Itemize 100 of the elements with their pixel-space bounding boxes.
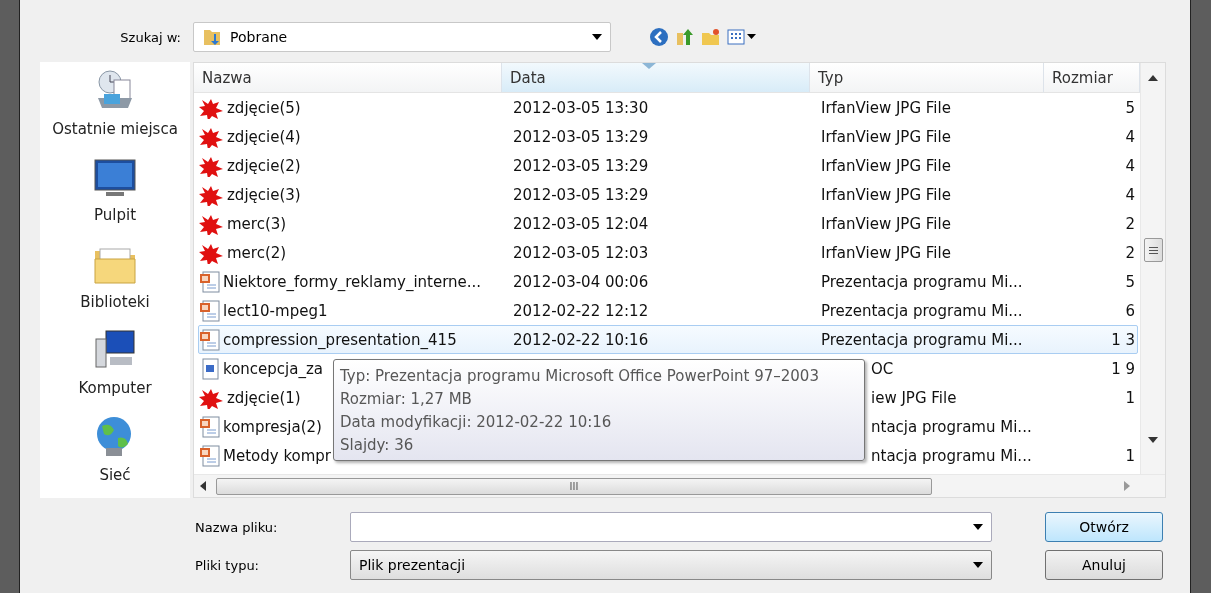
file-type: Prezentacja programu Mi...: [821, 301, 1023, 320]
place-item[interactable]: Ostatnie miejsca: [52, 68, 178, 153]
view-menu-icon[interactable]: [727, 28, 757, 46]
file-row[interactable]: Niektore_formy_reklamy_interne... 2012-03-04 00:06 Prezentacja programu Mi... 5: [198, 267, 1138, 296]
place-item[interactable]: Pulpit: [92, 154, 138, 239]
file-name: Niektore_formy_reklamy_interne...: [223, 272, 482, 291]
file-date: 2012-03-05 13:30: [513, 98, 649, 117]
file-name[interactable]: koncepcja_za: [223, 359, 323, 378]
file-type: IrfanView JPG File: [821, 127, 951, 146]
tooltip-line: Rozmiar: 1,27 MB: [340, 389, 473, 408]
file-name: zdjęcie(3): [227, 185, 301, 204]
file-name-field[interactable]: [350, 512, 992, 542]
sort-arrow-icon: [642, 63, 656, 69]
presentation-file-icon: [199, 444, 221, 467]
file-size: 6: [1125, 301, 1135, 320]
file-type: ntacja programu Mi...: [871, 446, 1032, 465]
download-folder-icon: [202, 27, 222, 47]
look-in-combo[interactable]: Pobrane: [193, 22, 611, 52]
up-folder-icon[interactable]: [675, 27, 695, 47]
file-type: IrfanView JPG File: [821, 156, 951, 175]
tooltip-line: Typ: Prezentacja programu Microsoft Office PowerPoint 97–2003: [340, 366, 820, 385]
cancel-button[interactable]: Anuluj: [1045, 550, 1163, 580]
file-name: merc(3): [227, 214, 287, 233]
file-row[interactable]: lect10-mpeg1 2012-02-22 12:12 Prezentacja programu Mi... 6: [198, 296, 1138, 325]
file-type: IrfanView JPG File: [821, 214, 951, 233]
file-size: 4: [1125, 185, 1135, 204]
file-size: 5: [1125, 272, 1135, 291]
file-row[interactable]: zdjęcie(4) 2012-03-05 13:29 IrfanView JPG File 4: [198, 122, 1138, 151]
scroll-thumb[interactable]: III: [216, 477, 932, 495]
file-name[interactable]: Metody kompr: [223, 446, 332, 465]
file-type: ntacja programu Mi...: [871, 417, 1032, 436]
file-row[interactable]: merc(3) 2012-03-05 12:04 IrfanView JPG File 2: [198, 209, 1138, 238]
file-date: 2012-03-05 13:29: [513, 156, 649, 175]
presentation-file-icon: [199, 328, 221, 351]
file-date: 2012-03-05 12:04: [513, 214, 649, 233]
file-size: 1 3: [1111, 330, 1135, 349]
presentation-file-icon: [199, 299, 221, 322]
file-type-label: Pliki typu:: [195, 557, 260, 573]
file-type: IrfanView JPG File: [821, 243, 951, 262]
file-type: IrfanView JPG File: [821, 98, 951, 117]
file-date: 2012-03-04 00:06: [513, 272, 649, 291]
file-size: 1: [1125, 388, 1135, 407]
place-item[interactable]: Sieć: [92, 413, 138, 499]
file-date: 2012-02-22 12:12: [513, 301, 649, 320]
file-date: 2012-03-05 12:03: [513, 243, 649, 262]
file-size: 2: [1125, 243, 1135, 262]
column-header[interactable]: Nazwa: [194, 63, 502, 93]
file-type: Prezentacja programu Mi...: [821, 272, 1023, 291]
presentation-file-icon: [199, 270, 221, 293]
file-date: 2012-03-05 13:29: [513, 127, 649, 146]
scroll-down-icon[interactable]: [1148, 437, 1158, 443]
file-name: compression_presentation_415: [223, 330, 457, 349]
open-button[interactable]: Otwórz: [1045, 512, 1163, 542]
file-row[interactable]: zdjęcie(5) 2012-03-05 13:30 IrfanView JPG File 5: [198, 93, 1138, 122]
caret-icon: [592, 34, 602, 40]
caret-icon: [973, 562, 983, 568]
file-row[interactable]: zdjęcie(2) 2012-03-05 13:29 IrfanView JPG File 4: [198, 151, 1138, 180]
file-size: 1 9: [1111, 359, 1135, 378]
file-name: lect10-mpeg1: [223, 301, 328, 320]
file-name: zdjęcie(5): [227, 98, 301, 117]
file-size: 4: [1125, 156, 1135, 175]
file-name[interactable]: zdjęcie(1): [227, 388, 301, 407]
file-name: merc(2): [227, 243, 287, 262]
file-name: zdjęcie(4): [227, 127, 301, 146]
file-size: 4: [1125, 127, 1135, 146]
file-type: Prezentacja programu Mi...: [821, 330, 1023, 349]
file-name: zdjęcie(2): [227, 156, 301, 175]
scroll-thumb[interactable]: [1143, 238, 1163, 262]
file-size: 2: [1125, 214, 1135, 233]
back-icon[interactable]: [649, 27, 669, 47]
column-header[interactable]: Rozmiar: [1044, 63, 1140, 93]
file-size: 1: [1125, 446, 1135, 465]
file-type: iew JPG File: [871, 388, 957, 407]
column-header[interactable]: Data: [502, 63, 810, 93]
file-type: OC: [871, 359, 894, 378]
new-folder-icon[interactable]: [701, 27, 721, 47]
place-item[interactable]: Komputer: [78, 327, 152, 412]
place-item[interactable]: Biblioteki: [80, 240, 150, 326]
vertical-scrollbar[interactable]: [1140, 63, 1165, 474]
tooltip-line: Data modyfikacji: 2012-02-22 10:16: [340, 412, 613, 431]
file-date: 2012-02-22 10:16: [513, 330, 649, 349]
scroll-left-icon[interactable]: [200, 481, 206, 491]
presentation-file-icon: [199, 415, 221, 438]
horizontal-scrollbar[interactable]: III: [194, 474, 1165, 497]
file-type-select[interactable]: Plik prezentacji: [350, 550, 992, 580]
file-name-label: Nazwa pliku:: [195, 519, 279, 535]
column-header[interactable]: Typ: [810, 63, 1044, 93]
file-size: 5: [1125, 98, 1135, 117]
file-row[interactable]: merc(2) 2012-03-05 12:03 IrfanView JPG File 2: [198, 238, 1138, 267]
file-row[interactable]: zdjęcie(3) 2012-03-05 13:29 IrfanView JPG File 4: [198, 180, 1138, 209]
file-name[interactable]: kompresja(2): [223, 417, 322, 436]
grip-icon: [1148, 246, 1158, 254]
file-type: IrfanView JPG File: [821, 185, 951, 204]
scroll-up-icon[interactable]: [1148, 75, 1158, 81]
file-row[interactable]: compression_presentation_415 2012-02-22 10:16 Prezentacja programu Mi... 1 3: [198, 325, 1138, 354]
tooltip-line: Slajdy: 36: [340, 435, 415, 454]
caret-icon: [973, 524, 983, 530]
scroll-right-icon[interactable]: [1124, 481, 1130, 491]
document-file-icon: [199, 357, 221, 380]
file-date: 2012-03-05 13:29: [513, 185, 649, 204]
